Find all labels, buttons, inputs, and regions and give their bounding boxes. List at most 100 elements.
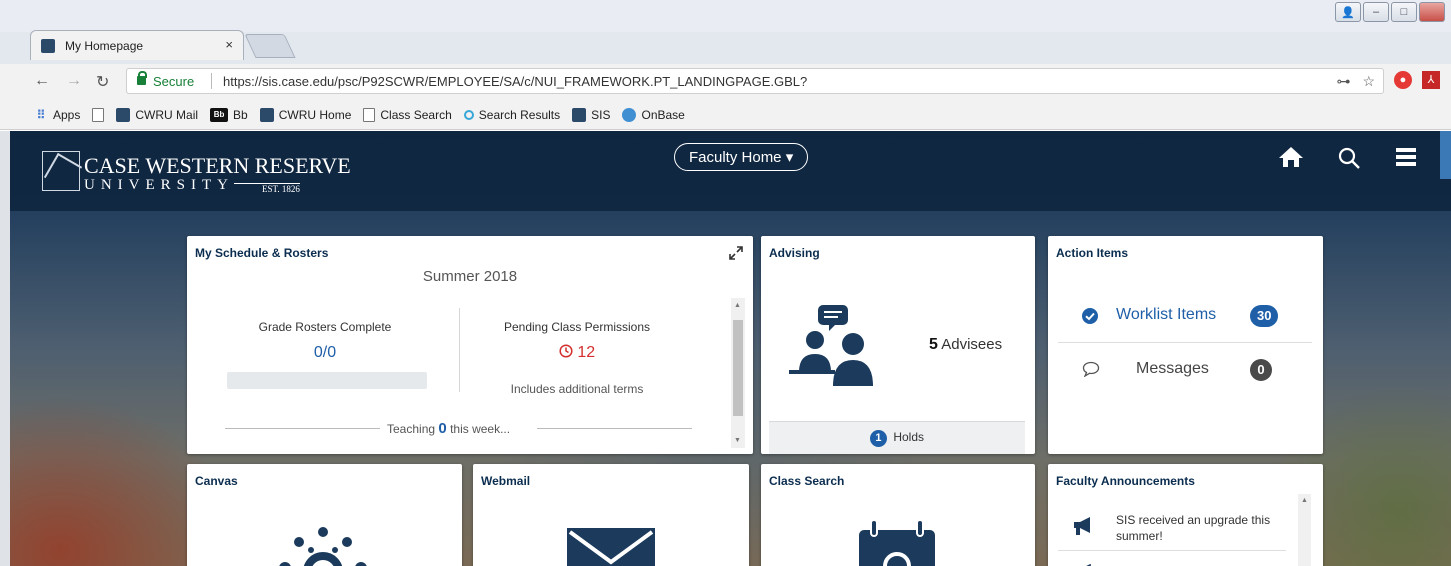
announcement-item[interactable]: SIS received an upgrade this summer! <box>1058 508 1286 552</box>
logo-university: UNIVERSITY <box>84 177 234 193</box>
window-titlebar <box>0 0 1451 32</box>
expand-icon[interactable] <box>729 246 743 260</box>
browser-tabstrip: 👤 – □ My Homepage × <box>0 0 1451 64</box>
action-items-tile[interactable]: Action Items Worklist Items 30 Messages … <box>1048 236 1323 454</box>
scroll-thumb[interactable] <box>733 320 743 416</box>
clock-icon <box>559 344 573 358</box>
back-arrow-icon[interactable]: ← <box>34 72 50 90</box>
advisees-people-icon <box>789 305 873 386</box>
menu-icon[interactable] <box>1396 148 1416 166</box>
canvas-title: Canvas <box>195 474 238 488</box>
worklist-items-row[interactable]: Worklist Items 30 <box>1058 294 1312 342</box>
announcement-text: SIS received an upgrade this summer! <box>1116 513 1271 543</box>
search-results-icon <box>463 109 474 120</box>
extension-shield-icon[interactable]: ● <box>1394 71 1412 89</box>
advising-title: Advising <box>769 246 820 260</box>
class-search-tile[interactable]: Class Search <box>761 464 1035 566</box>
address-bar[interactable]: Secure https://sis.case.edu/psc/P92SCWR/… <box>126 68 1384 94</box>
messages-count-badge: 0 <box>1250 359 1272 381</box>
cwru-favicon-icon <box>41 39 55 53</box>
bookmark-search-results[interactable]: Search Results <box>463 108 560 122</box>
bookmarks-bar: ⠿ Apps CWRU Mail Bb Bb CWRU Home Class S… <box>0 100 1451 130</box>
scroll-up-arrow-icon[interactable]: ▲ <box>734 302 741 309</box>
grade-rosters-progress <box>227 372 427 389</box>
announcements-title: Faculty Announcements <box>1056 474 1195 488</box>
bookmark-blank-page[interactable] <box>92 107 105 122</box>
worklist-items-label: Worklist Items <box>1116 306 1217 323</box>
notification-edge[interactable] <box>1440 131 1451 179</box>
star-bookmark-icon[interactable]: ☆ <box>1362 73 1375 90</box>
browser-tab[interactable]: My Homepage × <box>30 30 244 60</box>
bookmark-cwru-home[interactable]: CWRU Home <box>259 107 351 122</box>
bookmark-sis[interactable]: SIS <box>572 107 610 122</box>
canvas-tile[interactable]: Canvas <box>187 464 462 566</box>
column-divider <box>459 308 460 392</box>
messages-row[interactable]: Messages 0 <box>1058 348 1312 396</box>
envelope-icon <box>567 528 655 566</box>
lock-icon <box>137 71 147 85</box>
bookmark-onbase[interactable]: OnBase <box>622 107 685 122</box>
reload-icon[interactable]: ↻ <box>96 72 109 92</box>
logo-mark-icon <box>42 151 80 191</box>
cwru-icon <box>572 107 587 122</box>
search-icon[interactable] <box>1337 146 1361 170</box>
check-circle-icon <box>1082 308 1098 324</box>
footer-line-right <box>537 428 692 429</box>
tab-close-icon[interactable]: × <box>225 37 233 52</box>
url-text[interactable]: https://sis.case.edu/psc/P92SCWR/EMPLOYE… <box>223 74 807 89</box>
cwru-icon <box>259 107 274 122</box>
home-icon[interactable] <box>1278 146 1304 168</box>
term-label: Summer 2018 <box>422 268 518 285</box>
holds-bar[interactable]: 1 Holds <box>769 421 1025 454</box>
new-tab-button[interactable] <box>244 34 296 58</box>
pending-permissions-value[interactable]: 12 <box>477 344 677 362</box>
holds-count-badge: 1 <box>869 430 887 447</box>
pending-note: Includes additional terms <box>510 382 644 396</box>
advisees-summary[interactable]: 5 Advisees <box>929 336 1002 354</box>
logo-name: CASE WESTERN RESERVE <box>84 153 351 178</box>
chat-bubble-icon <box>1082 361 1100 377</box>
calendar-search-icon <box>859 520 935 566</box>
bookmark-blackboard[interactable]: Bb Bb <box>210 107 248 122</box>
key-icon[interactable]: ⊶ <box>1336 73 1350 90</box>
tab-title: My Homepage <box>65 39 144 53</box>
window-close-button[interactable] <box>1419 2 1445 22</box>
megaphone-icon <box>1074 517 1090 535</box>
faculty-home-dropdown[interactable]: Faculty Home ▾ <box>674 143 809 171</box>
scroll-down-arrow-icon[interactable]: ▼ <box>734 437 741 444</box>
announcements-scrollbar[interactable]: ▲ <box>1298 494 1311 566</box>
profile-button[interactable]: 👤 <box>1335 2 1361 22</box>
forward-arrow-icon[interactable]: → <box>66 72 82 90</box>
omnibox-actions: ⊶ ☆ <box>1336 73 1375 90</box>
scroll-up-arrow-icon[interactable]: ▲ <box>1301 497 1308 504</box>
bookmark-class-search[interactable]: Class Search <box>363 107 452 122</box>
bookmark-apps[interactable]: ⠿ Apps <box>34 107 81 122</box>
maximize-button[interactable]: □ <box>1391 2 1417 22</box>
onbase-icon <box>622 107 637 122</box>
page-header: CASE WESTERN RESERVE UNIVERSITY EST. 182… <box>0 131 1451 211</box>
url-separator <box>211 73 212 89</box>
teaching-summary[interactable]: Teaching 0 this week... <box>387 420 510 437</box>
pending-permissions-label: Pending Class Permissions <box>503 320 651 334</box>
action-items-divider <box>1058 342 1312 343</box>
secure-label: Secure <box>153 74 195 89</box>
messages-label: Messages <box>1136 360 1209 377</box>
pdf-extension-icon[interactable]: ⅄ <box>1422 71 1440 89</box>
minimize-button[interactable]: – <box>1363 2 1389 22</box>
page-icon <box>92 107 105 122</box>
webmail-title: Webmail <box>481 474 531 488</box>
bookmark-cwru-mail[interactable]: CWRU Mail <box>116 107 198 122</box>
worklist-count-badge: 30 <box>1250 305 1279 327</box>
announcements-tile[interactable]: Faculty Announcements SIS received an up… <box>1048 464 1323 566</box>
window-controls: 👤 – □ <box>1335 2 1445 22</box>
browser-toolbar: ← → ↻ Secure https://sis.case.edu/psc/P9… <box>0 64 1451 101</box>
schedule-tile[interactable]: My Schedule & Rosters Summer 2018 Grade … <box>187 236 753 454</box>
footer-line-left <box>225 428 380 429</box>
grade-rosters-value[interactable]: 0/0 <box>225 344 425 362</box>
advising-tile[interactable]: Advising 5 Advisees 1 Holds <box>761 236 1035 454</box>
webmail-tile[interactable]: Webmail <box>473 464 749 566</box>
apps-grid-icon: ⠿ <box>36 107 46 122</box>
page-icon <box>363 107 376 122</box>
schedule-scrollbar[interactable]: ▲ ▼ <box>731 298 745 448</box>
landing-page: CASE WESTERN RESERVE UNIVERSITY EST. 182… <box>0 131 1451 566</box>
